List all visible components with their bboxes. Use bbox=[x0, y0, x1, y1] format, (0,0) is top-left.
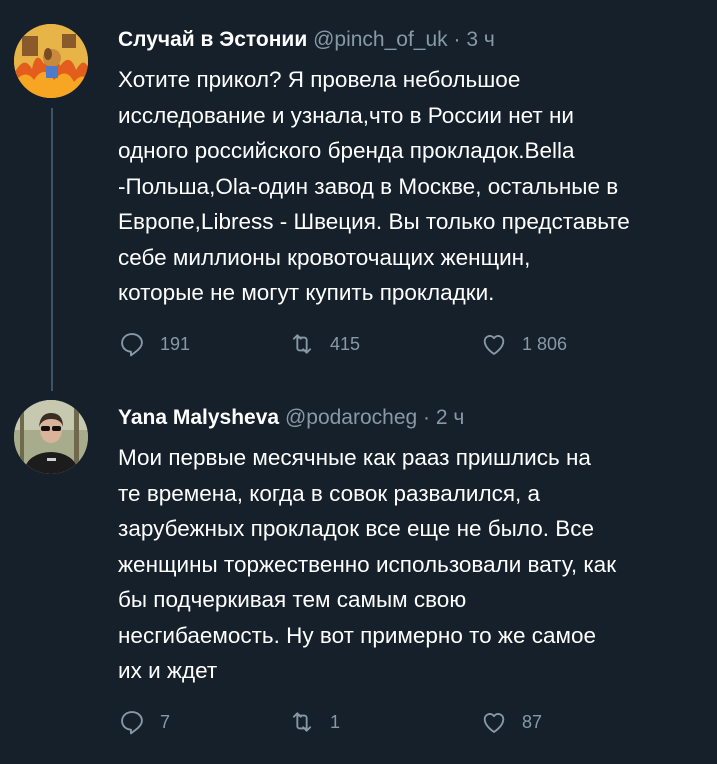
tweet-text-line: женщины торжественно использовали вату, … bbox=[118, 551, 617, 577]
reply-icon bbox=[121, 711, 143, 735]
tweet-text-line: Мои первые месячные как рааз пришлись на bbox=[118, 445, 591, 470]
tweet-header: Yana Malysheva @podarocheg · 2 ч bbox=[118, 404, 703, 432]
tweet-text: Хотите прикол? Я провела небольшое иссле… bbox=[118, 62, 703, 311]
tweet-actions: 7 1 87 bbox=[118, 708, 638, 740]
tweet-text-line: -Польша,Ola-один завод в Москве, остальн… bbox=[118, 173, 619, 199]
retweet-button[interactable]: 1 bbox=[288, 708, 340, 736]
like-button[interactable]: 87 bbox=[480, 708, 542, 736]
tweet-text-line: Европе,Libress - Швеция. Вы только предс… bbox=[118, 209, 630, 234]
retweet-icon bbox=[292, 334, 312, 354]
retweet-count: 1 bbox=[330, 711, 341, 732]
like-icon bbox=[483, 713, 505, 733]
avatar[interactable] bbox=[14, 400, 88, 474]
timestamp[interactable]: 3 ч bbox=[466, 28, 494, 51]
tweet-header: Случай в Эстонии @pinch_of_uk · 3 ч bbox=[118, 26, 703, 54]
separator-dot: · bbox=[453, 28, 461, 51]
tweet-text-line: те времена, когда в совок развалился, а bbox=[118, 480, 541, 506]
tweet-text: Мои первые месячные как рааз пришлись на… bbox=[118, 440, 703, 689]
reply-count: 191 bbox=[160, 333, 191, 354]
tweet-actions: 191 415 1 806 bbox=[118, 330, 638, 362]
retweet-icon bbox=[292, 712, 312, 732]
reply-icon bbox=[121, 333, 143, 357]
tweet-text-line: бы подчеркивая тем самым свою bbox=[118, 587, 467, 612]
tweet-text-line: зарубежных прокладок все еще не было. Вс… bbox=[118, 516, 594, 541]
tweet-text-line: несгибаемость. Ну вот примерно то же сам… bbox=[118, 622, 596, 648]
like-count: 1 806 bbox=[522, 333, 568, 354]
like-button[interactable]: 1 806 bbox=[480, 330, 567, 358]
reply-count: 7 bbox=[160, 711, 171, 732]
timestamp[interactable]: 2 ч bbox=[436, 406, 464, 429]
reply-button[interactable]: 191 bbox=[118, 330, 190, 358]
author-name[interactable]: Случай в Эстонии bbox=[118, 28, 307, 51]
avatar[interactable] bbox=[14, 24, 88, 98]
tweet-text-line: которые не могут купить прокладки. bbox=[118, 280, 495, 305]
avatar-this-is-fine-image bbox=[14, 24, 88, 98]
like-count: 87 bbox=[522, 711, 543, 732]
like-icon bbox=[483, 335, 505, 355]
tweet-text-line: Хотите прикол? Я провела небольшое bbox=[118, 67, 521, 92]
tweet-text-line: их и ждет bbox=[118, 658, 218, 683]
reply-button[interactable]: 7 bbox=[118, 708, 170, 736]
avatar-photo bbox=[14, 400, 88, 474]
separator-dot: · bbox=[423, 406, 431, 429]
author-handle[interactable]: @pinch_of_uk bbox=[313, 28, 448, 51]
tweet-text-line: одного российского бренда прокладок.Bell… bbox=[118, 138, 575, 163]
thread-connector-line bbox=[51, 108, 53, 391]
tweet-text-line: себе миллионы кровоточащих женщин, bbox=[118, 244, 531, 270]
author-name[interactable]: Yana Malysheva bbox=[118, 406, 279, 429]
retweet-button[interactable]: 415 bbox=[288, 330, 360, 358]
retweet-count: 415 bbox=[330, 333, 361, 354]
tweet-text-line: исследование и узнала,что в России нет н… bbox=[118, 102, 574, 128]
author-handle[interactable]: @podarocheg bbox=[285, 406, 417, 429]
